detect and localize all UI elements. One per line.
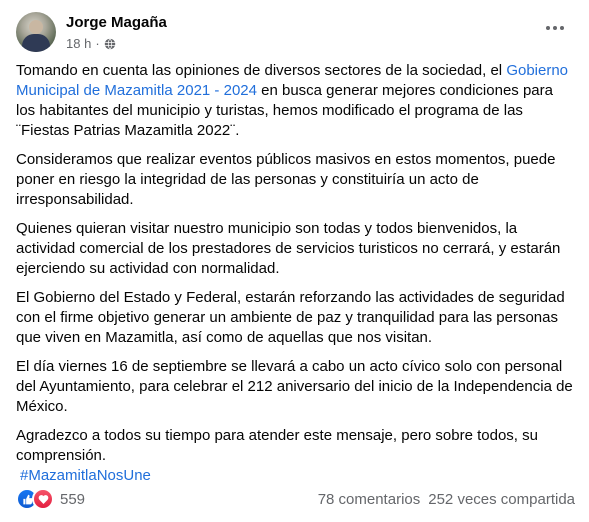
paragraph-5: El día viernes 16 de septiembre se lleva… xyxy=(16,358,573,415)
paragraph-6: Agradezco a todos su tiempo para atender… xyxy=(16,426,576,486)
facebook-post: Jorge Magaña 18 h · Tomando en cuenta la… xyxy=(0,0,589,522)
avatar-shoulders xyxy=(22,34,50,52)
more-dot xyxy=(553,26,557,30)
paragraph-1-text-a: Tomando en cuenta las opiniones de diver… xyxy=(16,62,507,79)
reactions-count: 559 xyxy=(60,490,86,508)
post-header: Jorge Magaña 18 h · xyxy=(16,12,573,56)
author-avatar[interactable] xyxy=(16,12,56,52)
paragraph-6-text: Agradezco a todos su tiempo para atender… xyxy=(16,427,538,464)
paragraph-1: Tomando en cuenta las opiniones de diver… xyxy=(16,61,576,141)
paragraph-4: El Gobierno del Estado y Federal, estará… xyxy=(16,289,565,346)
meta-separator: · xyxy=(95,36,100,51)
post-meta: 18 h · xyxy=(66,36,116,51)
hashtag-link[interactable]: #MazamitlaNosUne xyxy=(20,466,151,486)
avatar-head xyxy=(29,20,43,34)
globe-icon[interactable] xyxy=(104,37,116,50)
paragraph-2: Consideramos que realizar eventos públic… xyxy=(16,151,556,208)
author-name[interactable]: Jorge Magaña xyxy=(66,14,167,31)
paragraph-3: Quienes quieran visitar nuestro municipi… xyxy=(16,220,561,277)
post-time[interactable]: 18 h xyxy=(66,36,91,51)
post-footer: 559 78 comentarios 252 veces compartida xyxy=(16,488,575,510)
comments-count-link[interactable]: 78 comentarios xyxy=(318,491,421,508)
more-options-icon[interactable] xyxy=(541,18,569,38)
post-body: Tomando en cuenta las opiniones de diver… xyxy=(16,61,576,486)
reactions-summary[interactable]: 559 xyxy=(16,488,85,510)
more-dot xyxy=(546,26,550,30)
more-dot xyxy=(560,26,564,30)
love-reaction-icon xyxy=(32,488,54,510)
shares-count-link[interactable]: 252 veces compartida xyxy=(428,491,575,508)
